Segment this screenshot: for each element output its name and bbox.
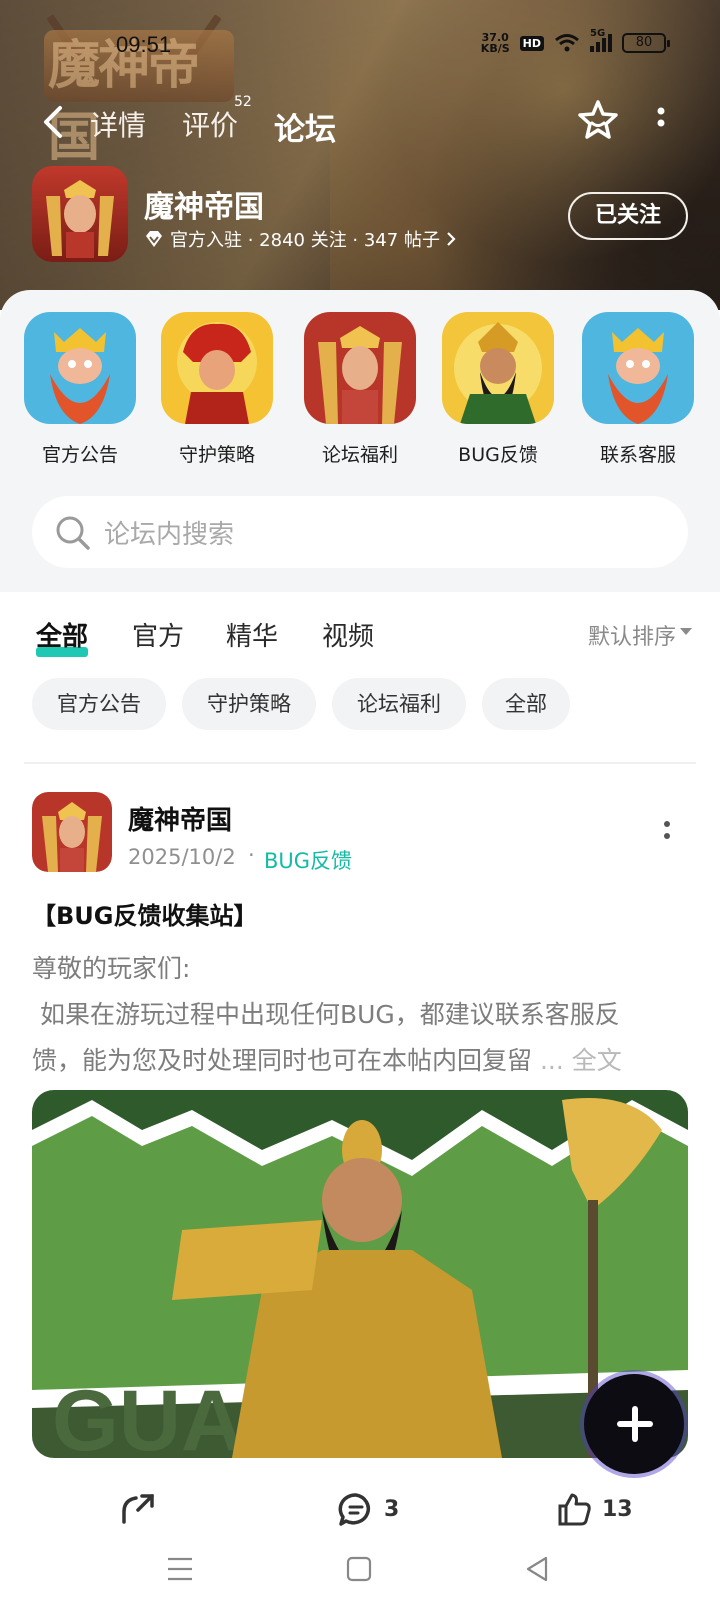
dwarf-king-icon	[582, 312, 694, 424]
status-time: 09:51	[116, 32, 172, 57]
fire-warrior-icon	[161, 312, 273, 424]
search-icon	[56, 516, 90, 550]
post-date: 2025/10/2	[128, 845, 236, 869]
comment-count: 3	[384, 1496, 400, 1522]
post-body-line: 如果在游玩过程中出现任何BUG，都建议联系客服反	[32, 1000, 620, 1029]
sort-dropdown[interactable]: 默认排序	[588, 619, 676, 651]
favorite-star-icon[interactable]	[576, 98, 620, 142]
signal-bar	[590, 46, 594, 52]
share-button[interactable]	[120, 1492, 156, 1524]
system-nav-bar	[0, 1540, 720, 1608]
tab-reviews[interactable]: 评价	[182, 104, 238, 144]
tab-details[interactable]: 详情	[90, 104, 146, 144]
post-body[interactable]: 尊敬的玩家们: 如果在游玩过程中出现任何BUG，都建议联系客服反 馈，能为您及时…	[32, 946, 688, 1084]
chip-strategy[interactable]: 守护策略	[182, 678, 316, 730]
comment-button[interactable]: 3	[338, 1492, 399, 1526]
share-icon	[122, 1494, 154, 1524]
quick-entry-label: BUG反馈	[458, 444, 538, 466]
read-full-link[interactable]: 全文	[572, 1046, 622, 1075]
game-meta[interactable]: 官方入驻 · 2840 关注 · 347 帖子	[144, 226, 456, 252]
like-count: 13	[602, 1496, 633, 1522]
status-bar: 09:51 37.0 KB/S HD 5G 80	[0, 28, 720, 64]
post-body-line: 馈，能为您及时处理同时也可在本帖内回复留 ... 全文	[32, 1038, 688, 1084]
divider	[24, 762, 696, 764]
top-nav: 详情 评价 52 论坛	[0, 94, 720, 149]
more-options-icon[interactable]	[656, 106, 666, 136]
quick-entry-strategy[interactable]: 守护策略	[161, 312, 273, 467]
caret-down-icon	[680, 628, 692, 635]
status-icons: 37.0 KB/S HD 5G 80	[481, 28, 670, 54]
tab-featured[interactable]: 精华	[226, 616, 278, 653]
home-icon[interactable]	[346, 1556, 372, 1582]
signal-bar	[608, 34, 612, 52]
post-category[interactable]: BUG反馈	[264, 845, 352, 875]
quick-entry-label: 官方公告	[41, 444, 118, 466]
game-meta-text: 官方入驻 · 2840 关注 · 347 帖子	[170, 230, 440, 251]
post-body-line: 尊敬的玩家们:	[32, 954, 191, 983]
chip-all[interactable]: 全部	[482, 678, 570, 730]
diamond-verified-icon	[146, 231, 162, 247]
quick-entry-announcements[interactable]: 官方公告	[24, 312, 136, 467]
quick-entry-label: 联系客服	[599, 444, 676, 466]
network-type: 5G	[590, 28, 606, 39]
back-triangle-icon[interactable]	[524, 1555, 550, 1583]
quick-entry-benefits[interactable]: 论坛福利	[304, 312, 416, 467]
chevron-right-icon	[447, 232, 456, 246]
tab-official[interactable]: 官方	[132, 616, 184, 653]
net-speed: 37.0 KB/S	[481, 32, 510, 54]
net-speed-unit: KB/S	[480, 42, 510, 55]
quick-entry-label: 守护策略	[178, 444, 255, 466]
quick-entry-label: 论坛福利	[321, 444, 398, 466]
ellipsis: ...	[532, 1046, 572, 1075]
separator-dot: ·	[248, 843, 255, 867]
post-more-icon[interactable]	[662, 820, 672, 846]
golden-king-icon	[304, 312, 416, 424]
signal-icon: 5G	[590, 28, 612, 52]
game-app-icon[interactable]	[32, 166, 128, 262]
follow-button[interactable]: 已关注	[568, 192, 688, 240]
chip-benefits[interactable]: 论坛福利	[332, 678, 466, 730]
game-name: 魔神帝国	[144, 190, 264, 225]
bearded-general-icon	[442, 312, 554, 424]
search-placeholder: 论坛内搜索	[104, 520, 235, 550]
hd-icon: HD	[519, 35, 544, 51]
feed-tabs: 全部 官方 精华 视频 默认排序	[0, 616, 720, 657]
like-button[interactable]: 13	[556, 1492, 633, 1526]
dwarf-king-icon	[24, 312, 136, 424]
thumbs-up-icon	[558, 1493, 591, 1526]
signal-bar	[596, 42, 600, 52]
forum-search-bar[interactable]: 论坛内搜索	[32, 496, 688, 568]
quick-entry-customer-service[interactable]: 联系客服	[582, 312, 694, 467]
reviews-count-badge: 52	[234, 94, 252, 110]
back-arrow-icon[interactable]	[38, 102, 68, 142]
chip-announcements[interactable]: 官方公告	[32, 678, 166, 730]
comment-icon	[338, 1493, 371, 1526]
tab-all[interactable]: 全部	[36, 616, 89, 657]
tab-forum[interactable]: 论坛	[272, 104, 340, 149]
menu-icon[interactable]	[166, 1556, 194, 1582]
create-post-button[interactable]	[584, 1374, 684, 1474]
post-actions: 3 13	[0, 1492, 720, 1532]
tab-video[interactable]: 视频	[322, 616, 374, 653]
wifi-icon	[555, 34, 579, 52]
quick-entry-bug-feedback[interactable]: BUG反馈	[442, 312, 554, 467]
post-author[interactable]: 魔神帝国	[128, 800, 232, 837]
avatar[interactable]	[32, 792, 112, 872]
quick-entries-panel: 官方公告 守护策略 论坛福利 BUG反馈 联系客服 论坛内搜索	[0, 290, 720, 592]
post-title[interactable]: 【BUG反馈收集站】	[32, 896, 257, 931]
signal-bar	[602, 38, 606, 52]
battery-icon: 80	[622, 33, 670, 53]
post-body-text: 馈，能为您及时处理同时也可在本帖内回复留	[32, 1046, 533, 1075]
